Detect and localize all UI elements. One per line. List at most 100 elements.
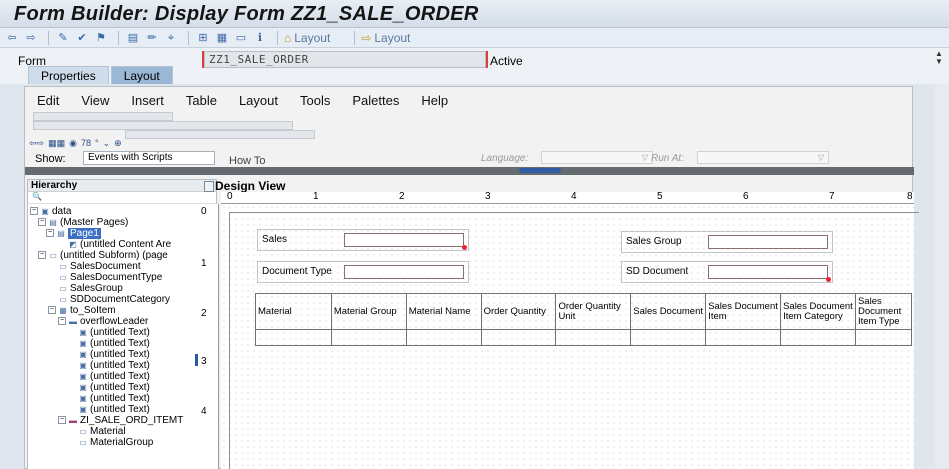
tree-node[interactable]: − ▭ (untitled Subform) (page	[38, 250, 168, 261]
mini-toolbar-1[interactable]	[33, 112, 173, 121]
zoom-in-icon[interactable]: ⊕	[114, 138, 122, 149]
tree-node[interactable]: − ▣ data	[30, 206, 71, 217]
tab-layout[interactable]: Layout	[110, 66, 173, 84]
edit-icon[interactable]: ✏	[144, 31, 160, 45]
tree-node[interactable]: ▭ SalesGroup	[58, 283, 123, 294]
tree-node[interactable]: ▭ SDDocumentCategory	[58, 294, 170, 305]
document-type-field[interactable]: Document Type	[257, 261, 469, 283]
column-header[interactable]: Material	[255, 293, 332, 330]
menu-layout[interactable]: Layout	[239, 93, 278, 111]
column-header[interactable]: Sales Document Item Type	[854, 293, 913, 330]
field-input[interactable]	[344, 233, 467, 250]
check-icon[interactable]: ✔	[74, 31, 90, 45]
run-at-dropdown[interactable]: ▽	[697, 151, 829, 164]
collapse-icon[interactable]: −	[58, 317, 66, 326]
where-used-icon[interactable]: ⌖	[163, 31, 179, 45]
design-view-tab[interactable]: Design View	[201, 179, 319, 193]
form-name-field[interactable]: ZZ1_SALE_ORDER	[202, 51, 488, 68]
ruler-label: 8	[907, 191, 913, 202]
collapse-icon[interactable]: −	[38, 218, 46, 227]
tree-node[interactable]: ▭ SalesDocumentType	[58, 272, 162, 283]
layout-button-2[interactable]: ⇨ Layout	[361, 31, 410, 45]
table-cell[interactable]	[705, 329, 782, 346]
sales-document-field[interactable]: Sales	[257, 229, 469, 251]
info-icon[interactable]: ℹ	[252, 31, 268, 45]
activate-icon[interactable]: ⚑	[93, 31, 109, 45]
tree-node[interactable]: ▣ (untitled Text)	[78, 404, 150, 415]
hierarchy-icon[interactable]: ⊞	[195, 31, 211, 45]
tree-node[interactable]: ▣ (untitled Text)	[78, 393, 150, 404]
menu-insert[interactable]: Insert	[131, 93, 164, 111]
tree-node[interactable]: − ▦ to_SoItem	[48, 305, 116, 316]
zoom-icon[interactable]: ◉	[69, 138, 77, 149]
hierarchy-title[interactable]: Hierarchy	[28, 180, 216, 192]
language-dropdown[interactable]: ▽	[541, 151, 653, 164]
sd-document-field[interactable]: SD Document	[621, 261, 833, 283]
tree-node[interactable]: ▣ (untitled Text)	[78, 360, 150, 371]
menu-table[interactable]: Table	[186, 93, 217, 111]
tree-node[interactable]: − ▬ ZI_SALE_ORD_ITEMT	[58, 415, 183, 426]
forward-arrow-icon[interactable]: ⇨	[23, 31, 39, 45]
change-display-icon[interactable]: ✎	[55, 31, 71, 45]
menu-help[interactable]: Help	[421, 93, 448, 111]
grid-icon[interactable]: ▦▦	[48, 138, 65, 149]
field-input[interactable]	[344, 265, 464, 279]
table-cell[interactable]	[854, 329, 913, 346]
zoom-value[interactable]: 78	[81, 138, 91, 148]
collapse-icon[interactable]: −	[46, 229, 54, 238]
table-cell[interactable]	[780, 329, 856, 346]
script-editor-splitter[interactable]	[25, 167, 914, 175]
menu-tools[interactable]: Tools	[300, 93, 330, 111]
tree-node[interactable]: − ▤ (Master Pages)	[38, 217, 128, 228]
hierarchy-search[interactable]: 🔍	[28, 192, 216, 204]
column-header[interactable]: Material Group	[330, 293, 407, 330]
collapse-arrows-icon[interactable]: ▲ ▼	[933, 50, 945, 68]
back-arrow-icon[interactable]: ⇦	[4, 31, 20, 45]
vertical-scrollbar[interactable]	[935, 84, 949, 469]
collapse-icon[interactable]: −	[48, 306, 56, 315]
tree-node[interactable]: ▭ Material	[78, 426, 125, 437]
table-cell[interactable]	[255, 329, 332, 346]
sales-group-field[interactable]: Sales Group	[621, 231, 833, 253]
table-cell[interactable]	[555, 329, 632, 346]
tree-node[interactable]: ▣ (untitled Text)	[78, 338, 150, 349]
menu-palettes[interactable]: Palettes	[352, 93, 399, 111]
nav-icon[interactable]: ⇦⇨	[29, 138, 44, 149]
tree-node[interactable]: ▣ (untitled Text)	[78, 349, 150, 360]
tree-node[interactable]: ▣ (untitled Text)	[78, 382, 150, 393]
collapse-icon[interactable]: −	[38, 251, 46, 260]
column-header[interactable]: Sales Document	[630, 293, 707, 330]
table-cell[interactable]	[480, 329, 557, 346]
column-header[interactable]: Material Name	[405, 293, 482, 330]
column-header[interactable]: Sales Document Item Category	[780, 293, 856, 330]
tree-node[interactable]: ▣ (untitled Text)	[78, 327, 150, 338]
field-input[interactable]	[708, 235, 828, 249]
tree-node-page1[interactable]: − ▤ Page1	[46, 228, 101, 239]
layout-button-1[interactable]: ⌂ Layout	[284, 31, 330, 45]
menu-view[interactable]: View	[81, 93, 109, 111]
tree-node[interactable]: ◩ (untitled Content Are	[68, 239, 171, 250]
field-input[interactable]	[708, 265, 831, 282]
menu-edit[interactable]: Edit	[37, 93, 59, 111]
window-icon[interactable]: ▭	[233, 31, 249, 45]
table-cell[interactable]	[405, 329, 482, 346]
column-header[interactable]: Order Quantity	[480, 293, 557, 330]
object-list-icon[interactable]: ▤	[125, 31, 141, 45]
collapse-icon[interactable]: −	[30, 207, 38, 216]
column-header[interactable]: Order Quantity Unit	[555, 293, 632, 330]
table-cell[interactable]	[630, 329, 707, 346]
table-cell[interactable]	[330, 329, 407, 346]
tab-properties[interactable]: Properties	[28, 66, 109, 84]
collapse-icon[interactable]: −	[58, 416, 66, 425]
display-icon[interactable]: ▦	[214, 31, 230, 45]
tree-node[interactable]: − ▬ overflowLeader	[58, 316, 148, 327]
column-header[interactable]: Sales Document Item	[705, 293, 782, 330]
tree-node[interactable]: ▭ SalesDocument	[58, 261, 140, 272]
mini-toolbar-2[interactable]	[33, 121, 293, 130]
tree-node[interactable]: ▭ MaterialGroup	[78, 437, 153, 448]
show-select[interactable]: Events with Scripts	[83, 151, 215, 165]
text-icon: ▣	[79, 350, 87, 359]
items-table[interactable]: Material Material Group Material Name Or…	[255, 293, 913, 346]
dropdown-icon[interactable]: ⌄	[103, 138, 111, 149]
tree-node[interactable]: ▣ (untitled Text)	[78, 371, 150, 382]
